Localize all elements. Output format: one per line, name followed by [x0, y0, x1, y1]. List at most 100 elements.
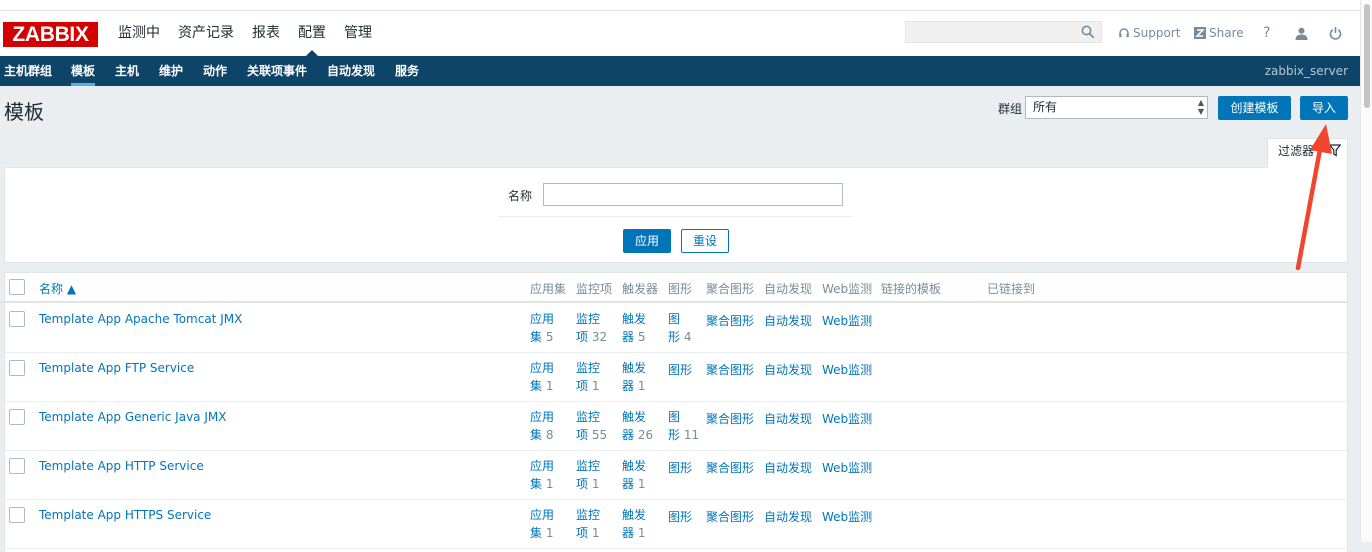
graphs-text-a: 图 — [668, 312, 681, 326]
applications-link[interactable]: 应用集 8 — [530, 408, 554, 444]
subnav-correlation[interactable]: 关联项事件 — [247, 56, 307, 86]
scrollbar-thumb[interactable] — [1364, 4, 1370, 108]
discovery-link[interactable]: 自动发现 — [764, 312, 812, 329]
items-link[interactable]: 监控项 1 — [576, 457, 600, 493]
help-icon[interactable]: ? — [1263, 25, 1270, 41]
search-input[interactable] — [906, 22, 1083, 40]
select-all-checkbox[interactable] — [9, 279, 25, 295]
page-title: 模板 — [4, 100, 44, 124]
triggers-link[interactable]: 触发器 1 — [622, 506, 646, 542]
row-checkbox[interactable] — [9, 409, 25, 425]
discovery-link[interactable]: 自动发现 — [764, 361, 812, 378]
applications-text-a: 应用 — [530, 361, 555, 375]
items-text-b: 项 — [576, 330, 589, 344]
triggers-link[interactable]: 触发器 1 — [622, 359, 646, 395]
items-link[interactable]: 监控项 1 — [576, 506, 600, 542]
row-checkbox[interactable] — [9, 507, 25, 523]
page-scrollbar[interactable] — [1360, 0, 1372, 542]
menu-configuration[interactable]: 配置 — [289, 11, 335, 56]
support-label: Support — [1133, 26, 1181, 40]
subnav-services[interactable]: 服务 — [395, 56, 419, 86]
screens-link[interactable]: 聚合图形 — [706, 459, 754, 476]
subnav-maintenance[interactable]: 维护 — [159, 56, 183, 86]
applications-text-a: 应用 — [530, 410, 555, 424]
subnav-discovery[interactable]: 自动发现 — [327, 56, 375, 86]
triggers-link[interactable]: 触发器 26 — [622, 408, 653, 444]
web-link[interactable]: Web监测 — [822, 508, 872, 525]
graphs-link[interactable]: 图形 — [668, 361, 692, 378]
triggers-link[interactable]: 触发器 5 — [622, 310, 646, 346]
applications-link[interactable]: 应用集 1 — [530, 359, 554, 395]
template-name-link[interactable]: Template App Generic Java JMX — [39, 410, 226, 424]
menu-administration[interactable]: 管理 — [335, 11, 381, 56]
graphs-link[interactable]: 图形 — [668, 459, 692, 476]
group-select[interactable]: 所有 ▲ ▼ — [1025, 96, 1208, 119]
web-link[interactable]: Web监测 — [822, 361, 872, 378]
triggers-count: 26 — [637, 428, 654, 442]
applications-link[interactable]: 应用集 1 — [530, 506, 554, 542]
template-name-link[interactable]: Template App HTTPS Service — [39, 508, 211, 522]
select-arrows-icon: ▲ ▼ — [1197, 98, 1204, 116]
applications-link[interactable]: 应用集 1 — [530, 457, 554, 493]
server-name: zabbix_server — [1264, 64, 1348, 78]
sub-navigation: 主机群组 模板 主机 维护 动作 关联项事件 自动发现 服务 zabbix_se… — [0, 56, 1360, 86]
items-link[interactable]: 监控项 55 — [576, 408, 607, 444]
triggers-text-b: 器 — [622, 330, 635, 344]
items-link[interactable]: 监控项 32 — [576, 310, 607, 346]
search-box[interactable] — [905, 21, 1102, 43]
items-link[interactable]: 监控项 1 — [576, 359, 600, 395]
annotation-arrow — [1295, 124, 1332, 271]
web-link[interactable]: Web监测 — [822, 459, 872, 476]
main-menu: 监测中 资产记录 报表 配置 管理 — [109, 11, 381, 56]
applications-count: 1 — [545, 477, 554, 491]
screens-link[interactable]: 聚合图形 — [706, 508, 754, 525]
search-icon[interactable] — [1081, 25, 1095, 39]
filter-apply-button[interactable]: 应用 — [623, 229, 671, 253]
user-profile-icon[interactable] — [1295, 27, 1308, 40]
header-name-sort[interactable]: 名称 ▲ — [39, 280, 76, 297]
menu-inventory[interactable]: 资产记录 — [169, 11, 243, 56]
row-checkbox[interactable] — [9, 311, 25, 327]
share-link[interactable]: Share — [1194, 26, 1244, 40]
subnav-templates[interactable]: 模板 — [71, 56, 96, 86]
web-link[interactable]: Web监测 — [822, 312, 872, 329]
triggers-text-b: 器 — [622, 526, 635, 540]
web-link[interactable]: Web监测 — [822, 410, 872, 427]
row-checkbox[interactable] — [9, 360, 25, 376]
applications-text-b: 集 — [530, 477, 543, 491]
graphs-link[interactable]: 图形 — [668, 508, 692, 525]
screens-link[interactable]: 聚合图形 — [706, 312, 754, 329]
discovery-link[interactable]: 自动发现 — [764, 459, 812, 476]
support-link[interactable]: Support — [1118, 26, 1180, 40]
discovery-link[interactable]: 自动发现 — [764, 508, 812, 525]
items-text-a: 监控 — [576, 361, 601, 375]
discovery-link[interactable]: 自动发现 — [764, 410, 812, 427]
header-applications: 应用集 — [530, 282, 567, 296]
subnav-host-groups[interactable]: 主机群组 — [4, 56, 52, 86]
header-triggers: 触发器 — [622, 282, 659, 296]
share-label: Share — [1209, 26, 1244, 40]
menu-reports[interactable]: 报表 — [243, 11, 289, 56]
filter-reset-button[interactable]: 重设 — [681, 229, 729, 253]
template-name-link[interactable]: Template App HTTP Service — [39, 459, 204, 473]
graphs-link[interactable]: 图形 11 — [668, 408, 699, 444]
template-name-link[interactable]: Template App FTP Service — [39, 361, 194, 375]
filter-name-input[interactable] — [543, 183, 843, 206]
triggers-text-a: 触发 — [622, 459, 647, 473]
menu-monitoring[interactable]: 监测中 — [109, 11, 169, 56]
subnav-hosts[interactable]: 主机 — [115, 56, 139, 86]
screens-link[interactable]: 聚合图形 — [706, 410, 754, 427]
template-name-link[interactable]: Template App Apache Tomcat JMX — [39, 312, 242, 326]
applications-count: 1 — [545, 526, 554, 540]
zabbix-logo[interactable]: ZABBIX — [3, 22, 98, 47]
graphs-link[interactable]: 图形 4 — [668, 310, 691, 346]
items-count: 1 — [591, 526, 600, 540]
subnav-actions[interactable]: 动作 — [203, 56, 227, 86]
browser-top-strip — [0, 0, 1360, 11]
applications-link[interactable]: 应用集 5 — [530, 310, 554, 346]
triggers-link[interactable]: 触发器 1 — [622, 457, 646, 493]
filter-name-label: 名称 — [508, 189, 533, 203]
screens-link[interactable]: 聚合图形 — [706, 361, 754, 378]
sign-out-icon[interactable] — [1329, 26, 1342, 40]
row-checkbox[interactable] — [9, 458, 25, 474]
